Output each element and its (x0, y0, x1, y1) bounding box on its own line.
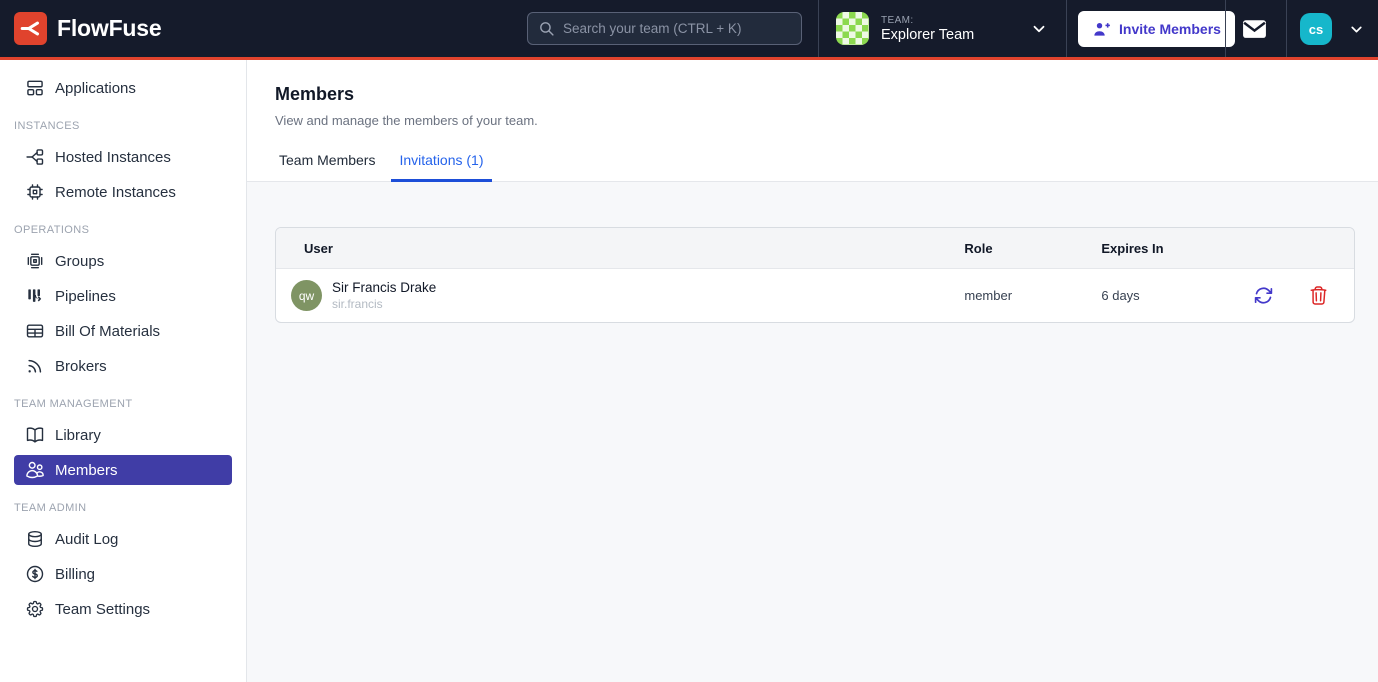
search-icon (538, 20, 555, 37)
members-icon (25, 460, 45, 480)
page-title: Members (275, 84, 1378, 105)
team-chevron-down-icon[interactable] (1030, 20, 1048, 43)
pipelines-icon (25, 286, 45, 306)
invitation-row: qw Sir Francis Drake sir.francis member … (276, 269, 1354, 323)
column-header-user: User (276, 228, 964, 269)
divider (1286, 0, 1287, 57)
resend-invitation-button[interactable] (1253, 285, 1274, 306)
tab-invitations[interactable]: Invitations (1) (391, 144, 491, 182)
sidebar-item-applications[interactable]: Applications (14, 73, 232, 103)
team-selector[interactable]: TEAM: Explorer Team (836, 12, 974, 45)
sidebar-item-brokers[interactable]: Brokers (14, 351, 232, 381)
sidebar-item-hosted-instances[interactable]: Hosted Instances (14, 142, 232, 172)
brand-name: FlowFuse (57, 15, 161, 42)
sidebar-item-remote-instances[interactable]: Remote Instances (14, 177, 232, 207)
team-name: Explorer Team (881, 27, 974, 43)
sidebar-section-instances: INSTANCES (14, 120, 232, 132)
team-label: TEAM: (881, 15, 974, 26)
divider (1225, 0, 1226, 57)
team-avatar (836, 12, 869, 45)
invitee-username: sir.francis (332, 297, 436, 311)
team-search[interactable] (527, 12, 802, 45)
sidebar-item-audit-log[interactable]: Audit Log (14, 524, 232, 554)
user-avatar: cs (1300, 13, 1332, 45)
sidebar-item-pipelines[interactable]: Pipelines (14, 281, 232, 311)
team-settings-icon (25, 599, 45, 619)
page-subtitle: View and manage the members of your team… (275, 113, 1378, 128)
invitee-role: member (964, 269, 1101, 323)
sidebar-section-team-management: TEAM MANAGEMENT (14, 398, 232, 410)
invite-members-button[interactable]: Invite Members (1078, 11, 1235, 47)
user-plus-icon (1092, 20, 1111, 39)
divider (1066, 0, 1067, 57)
invitations-table: User Role Expires In qw Sir Francis Drak… (276, 228, 1354, 322)
refresh-icon (1253, 285, 1274, 306)
brand[interactable]: FlowFuse (14, 12, 161, 45)
bill-of-materials-icon (25, 321, 45, 341)
main-content: Members View and manage the members of y… (247, 60, 1378, 682)
column-header-role: Role (964, 228, 1101, 269)
sidebar-item-team-settings[interactable]: Team Settings (14, 594, 232, 624)
invitations-table-card: User Role Expires In qw Sir Francis Drak… (275, 227, 1355, 323)
applications-icon (25, 78, 45, 98)
invitation-expires-in: 6 days (1101, 269, 1253, 323)
sidebar-item-members[interactable]: Members (14, 455, 232, 485)
tab-team-members[interactable]: Team Members (271, 144, 383, 181)
groups-icon (25, 251, 45, 271)
sidebar-item-groups[interactable]: Groups (14, 246, 232, 276)
notifications-mail-icon[interactable] (1241, 16, 1268, 46)
search-input[interactable] (563, 21, 791, 36)
sidebar: Applications INSTANCES Hosted Instances … (0, 60, 247, 682)
invite-members-label: Invite Members (1119, 21, 1221, 37)
user-menu-chevron-down-icon (1348, 21, 1365, 38)
invitee-avatar: qw (291, 280, 322, 311)
tab-bar: Team Members Invitations (1) (247, 144, 1378, 182)
user-menu[interactable]: cs (1300, 13, 1365, 45)
trash-icon (1308, 285, 1329, 306)
brokers-icon (25, 356, 45, 376)
column-header-actions (1253, 228, 1354, 269)
hosted-instances-icon (25, 147, 45, 167)
column-header-expires-in: Expires In (1101, 228, 1253, 269)
library-icon (25, 425, 45, 445)
user-cell: qw Sir Francis Drake sir.francis (276, 280, 964, 311)
sidebar-item-library[interactable]: Library (14, 420, 232, 450)
sidebar-item-billing[interactable]: Billing (14, 559, 232, 589)
delete-invitation-button[interactable] (1308, 285, 1329, 306)
remote-instances-icon (25, 182, 45, 202)
invitee-name: Sir Francis Drake (332, 280, 436, 295)
billing-icon (25, 564, 45, 584)
flowfuse-logo-icon (14, 12, 47, 45)
divider (818, 0, 819, 57)
sidebar-section-operations: OPERATIONS (14, 224, 232, 236)
sidebar-section-team-admin: TEAM ADMIN (14, 502, 232, 514)
table-header-row: User Role Expires In (276, 228, 1354, 269)
top-navbar: FlowFuse TEAM: Explorer Team Invite Memb… (0, 0, 1378, 60)
invitations-panel: User Role Expires In qw Sir Francis Drak… (247, 182, 1378, 682)
audit-log-icon (25, 529, 45, 549)
sidebar-item-bill-of-materials[interactable]: Bill Of Materials (14, 316, 232, 346)
